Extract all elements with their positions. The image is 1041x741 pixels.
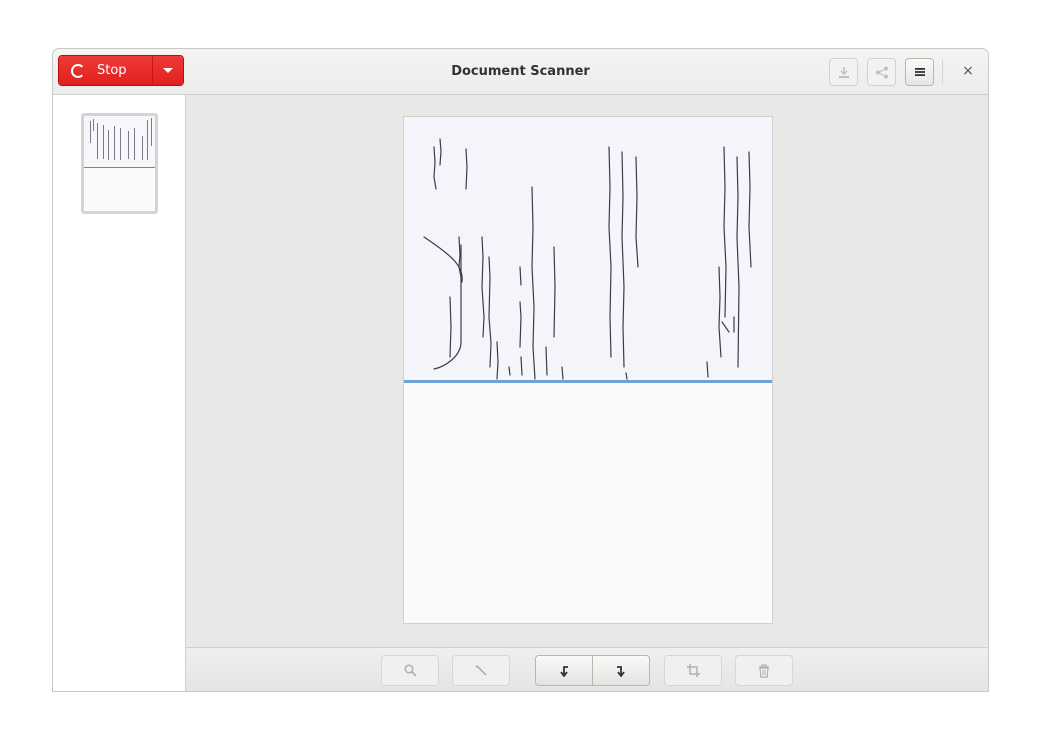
zoom-button[interactable] <box>381 655 439 686</box>
scanned-content <box>404 117 772 380</box>
handwriting-scan <box>423 138 752 380</box>
rotate-right-button[interactable] <box>592 656 649 685</box>
trash-icon <box>759 663 769 678</box>
headerbar: Stop Document Scanner × <box>53 49 988 95</box>
page-thumbnail[interactable] <box>81 113 158 214</box>
page-thumbnails-sidebar <box>53 95 186 691</box>
document-preview-area <box>186 95 988 647</box>
hamburger-menu-icon <box>914 68 925 76</box>
scanned-page <box>403 116 773 624</box>
share-icon <box>875 66 888 78</box>
rotate-right-icon <box>617 665 625 677</box>
enhance-button[interactable] <box>452 655 510 686</box>
download-icon <box>838 66 849 78</box>
headerbar-separator <box>942 60 943 84</box>
crop-icon <box>686 664 700 677</box>
zoom-icon <box>403 664 417 677</box>
share-button[interactable] <box>867 58 896 86</box>
save-button[interactable] <box>829 58 858 86</box>
crop-button[interactable] <box>664 655 722 686</box>
scan-progress-line <box>404 380 772 383</box>
bottom-toolbar <box>186 647 988 691</box>
close-button[interactable]: × <box>956 59 980 83</box>
app-window: Stop Document Scanner × <box>52 48 989 692</box>
rotate-left-button[interactable] <box>536 656 592 685</box>
close-icon: × <box>962 63 974 79</box>
magic-wand-icon <box>475 665 487 676</box>
thumbnail-scan-preview <box>84 116 155 168</box>
main-menu-button[interactable] <box>905 58 934 86</box>
delete-button[interactable] <box>735 655 793 686</box>
rotate-button-group <box>535 655 650 686</box>
rotate-left-icon <box>560 665 568 677</box>
